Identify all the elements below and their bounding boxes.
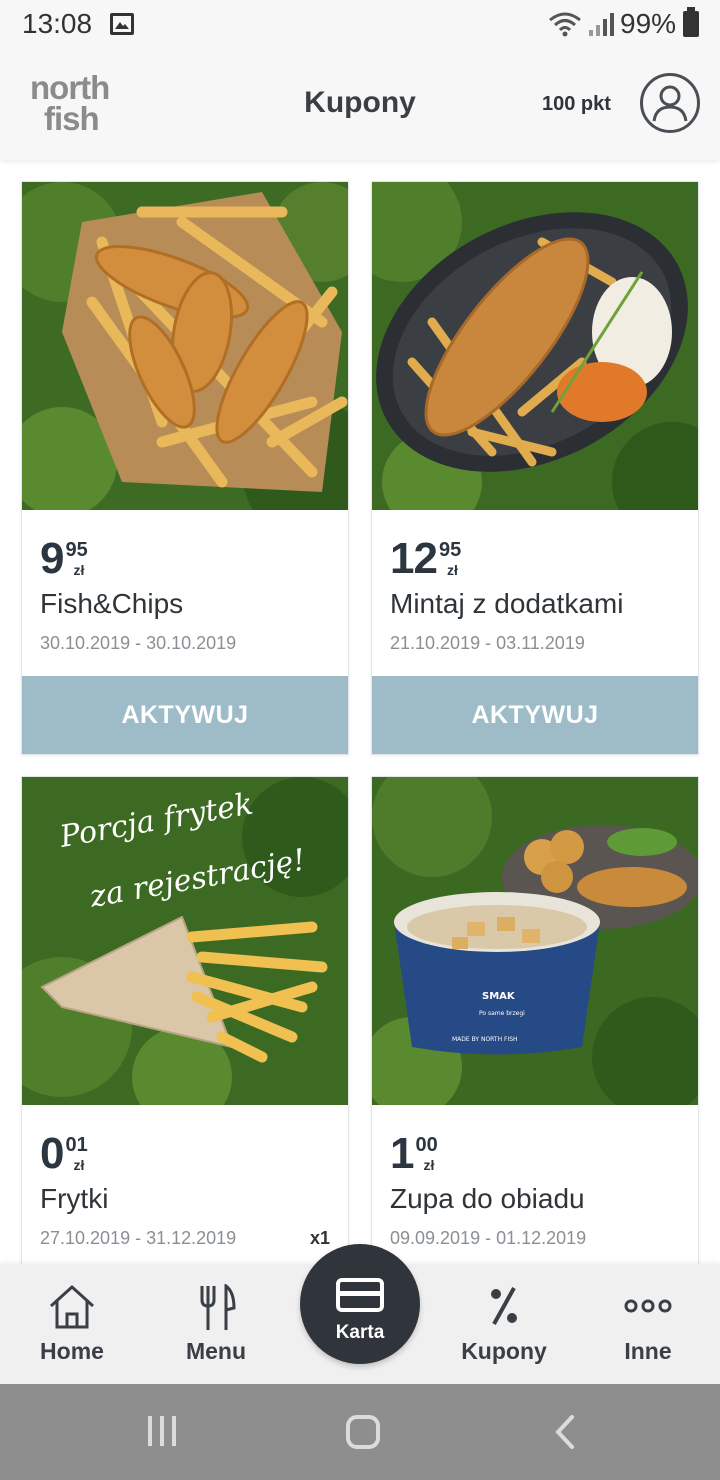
coupon-price: 9 95 zł [40, 537, 99, 583]
price-cents: 00 [415, 1134, 438, 1156]
coupon-card[interactable]: SMAK Po same brzegi MADE BY NORTH FISH 1… [371, 776, 699, 1264]
battery-percent: 99% [620, 8, 677, 39]
price-main: 1 [390, 1129, 415, 1178]
battery-icon [683, 7, 699, 37]
nav-menu[interactable]: Menu [144, 1264, 288, 1384]
coupon-list[interactable]: 9 95 zł Fish&Chips 30.10.2019 - 30.10.20… [0, 160, 720, 1264]
price-main: 9 [40, 534, 65, 583]
coupon-title: Frytki [40, 1183, 109, 1214]
cutlery-icon [200, 1284, 236, 1330]
coupon-image-soup: SMAK Po same brzegi MADE BY NORTH FISH [372, 777, 698, 1105]
nav-kupony[interactable]: Kupony [432, 1264, 576, 1384]
more-icon [624, 1299, 672, 1313]
price-main: 0 [40, 1129, 65, 1178]
home-icon [49, 1285, 95, 1329]
recent-apps-icon[interactable] [146, 1414, 178, 1448]
nav-inne[interactable]: Inne [576, 1264, 720, 1384]
price-currency: zł [73, 562, 85, 578]
status-bar: 13:08 99% [0, 0, 720, 50]
nav-home-label: Home [40, 1338, 104, 1364]
coupon-image-fish-and-chips [22, 182, 348, 510]
coupon-dates: 21.10.2019 - 03.11.2019 [390, 633, 585, 653]
coupon-dates: 09.09.2019 - 01.12.2019 [390, 1228, 587, 1248]
nav-karta-label: Karta [335, 1322, 385, 1343]
price-currency: zł [73, 1157, 85, 1173]
cup-label: SMAK [482, 991, 516, 1002]
coupon-quantity: x1 [309, 1228, 330, 1248]
bottom-nav: Home Menu Karta Kupony Inne [0, 1244, 720, 1384]
price-cents: 95 [65, 539, 88, 561]
nav-inne-label: Inne [624, 1338, 672, 1364]
cup-footer: MADE BY NORTH FISH [452, 1036, 518, 1043]
card-icon [336, 1278, 384, 1312]
price-currency: zł [423, 1157, 435, 1173]
percent-icon [491, 1287, 517, 1325]
points-balance: 100 pkt [542, 93, 611, 115]
coupon-image-fries: Porcja frytek za rejestrację! [22, 777, 348, 1105]
coupon-card[interactable]: 9 95 zł Fish&Chips 30.10.2019 - 30.10.20… [21, 181, 349, 755]
coupon-title: Zupa do obiadu [390, 1183, 585, 1214]
nav-menu-label: Menu [185, 1338, 247, 1364]
price-cents: 95 [438, 539, 462, 561]
coupon-card[interactable]: 12 95 zł Mintaj z dodatkami 21.10.2019 -… [371, 181, 699, 755]
user-icon [652, 85, 688, 122]
coupon-title: Mintaj z dodatkami [390, 588, 624, 619]
nav-home[interactable]: Home [0, 1264, 144, 1384]
back-icon[interactable] [552, 1414, 578, 1450]
coupon-price: 0 01 zł [40, 1132, 99, 1178]
app-header: north fish Kupony 100 pkt [0, 50, 720, 160]
activate-button[interactable]: AKTYWUJ [372, 676, 698, 754]
wifi-icon [548, 10, 582, 43]
coupon-dates: 30.10.2019 - 30.10.2019 [40, 633, 237, 653]
price-cents: 01 [65, 1134, 88, 1156]
coupon-price: 1 00 zł [390, 1132, 449, 1178]
signal-icon [588, 12, 614, 43]
system-nav-bar [0, 1384, 720, 1480]
price-currency: zł [446, 562, 458, 578]
home-button-icon[interactable] [345, 1414, 381, 1450]
coupon-card[interactable]: Porcja frytek za rejestrację! 0 01 zł Fr… [21, 776, 349, 1264]
gallery-icon [110, 13, 134, 35]
profile-button[interactable] [640, 73, 700, 133]
coupon-title: Fish&Chips [40, 588, 184, 619]
nav-kupony-label: Kupony [461, 1338, 547, 1364]
coupon-image-mintaj [372, 182, 698, 510]
page-title: Kupony [304, 86, 416, 119]
coupon-price: 12 95 zł [390, 537, 473, 583]
status-time: 13:08 [22, 8, 93, 39]
cup-sub: Po same brzegi [479, 1010, 525, 1017]
coupon-dates: 27.10.2019 - 31.12.2019 [40, 1228, 237, 1248]
activate-button[interactable]: AKTYWUJ [22, 676, 348, 754]
nav-karta[interactable]: Karta [300, 1244, 420, 1364]
price-main: 12 [390, 534, 438, 583]
